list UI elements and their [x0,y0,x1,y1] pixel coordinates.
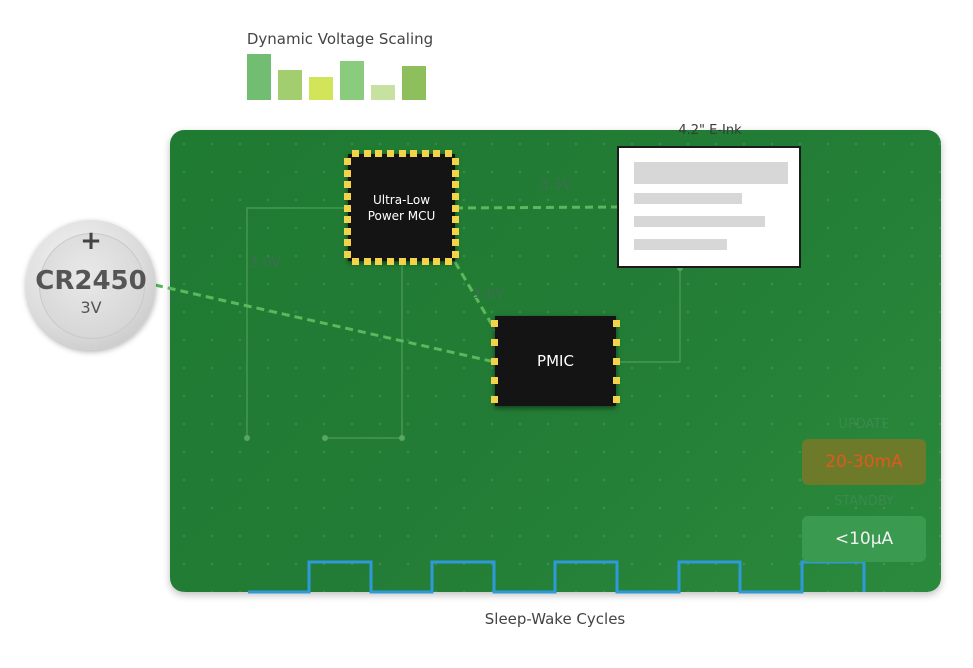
chip-pin [344,239,351,247]
eink-text-line [634,193,742,204]
chip-pin [344,181,351,189]
chip-pin [491,339,498,346]
chip-pin [352,150,359,157]
chip-pin [613,358,620,365]
chip-pin [344,227,351,235]
chip-pin [433,258,441,265]
pmic-chip: PMIC [495,316,616,406]
battery-model: CR2450 [35,266,147,296]
chip-pin [491,320,498,327]
standby-label: STANDBY [834,494,894,509]
chip-pin [410,150,418,157]
rail-label-1v8: 1.8V [473,286,505,302]
battery-plus-icon: + [80,226,102,256]
chip-pin [613,396,620,403]
update-current-value: 20-30mA [825,452,903,472]
chip-pin [452,158,459,165]
mcu-label-line1: Ultra-Low [372,192,431,207]
chip-pin [421,258,429,265]
eink-display [617,146,801,268]
chip-pin [344,251,351,258]
dvs-title: Dynamic Voltage Scaling [246,30,434,48]
chip-pin [452,239,459,247]
chip-pin [491,396,498,403]
eink-label: 4.2" E-Ink [678,123,742,138]
chip-pin [445,258,452,265]
chip-pin [452,227,459,235]
chip-pin [421,150,429,157]
dvs-bar [247,54,271,100]
chip-pin [491,377,498,384]
dvs-bar [402,66,426,100]
chip-pin [433,150,441,157]
chip-pin [452,216,459,224]
chip-pin [352,258,359,265]
rail-label-3v0: 3.0V [249,255,281,271]
chip-pin [363,258,371,265]
chip-pin [386,150,394,157]
dvs-bar [278,70,302,100]
chip-pin [452,204,459,212]
battery-voltage: 3V [80,298,102,317]
chip-pin [398,150,406,157]
chip-pin [344,158,351,165]
eink-text-line [634,216,765,227]
update-current-badge: 20-30mA [802,439,926,485]
chip-pin [452,251,459,258]
eink-text-line [634,239,727,250]
chip-pin [344,204,351,212]
standby-current-badge: <10µA [802,516,926,562]
chip-pin [452,181,459,189]
chip-pin [386,258,394,265]
chip-pin [452,169,459,177]
rail-label-3v3: 3.3V [540,177,572,193]
chip-pin [491,358,498,365]
dvs-bar-chart [247,50,427,100]
eink-text-line [634,162,788,184]
chip-pin [613,339,620,346]
chip-pin [613,320,620,327]
chip-pin [613,377,620,384]
coin-cell-battery: + CR2450 3V [26,220,156,350]
chip-pin [452,192,459,200]
chip-pin [344,169,351,177]
chip-pin [410,258,418,265]
chip-pin [398,258,406,265]
dvs-bar [340,61,364,100]
mcu-label-line2: Power MCU [367,208,436,223]
dvs-bar [309,77,333,100]
chip-pin [344,192,351,200]
chip-pin [445,150,452,157]
chip-pin [375,150,383,157]
chip-pin [375,258,383,265]
pmic-label: PMIC [537,352,574,370]
dvs-bar [371,85,395,100]
update-label: UPDATE [838,417,890,432]
chip-pin [344,216,351,224]
chip-pin [363,150,371,157]
standby-current-value: <10µA [834,529,894,549]
mcu-chip: Ultra-Low Power MCU [348,154,455,261]
sleep-wake-label: Sleep-Wake Cycles [484,610,626,628]
